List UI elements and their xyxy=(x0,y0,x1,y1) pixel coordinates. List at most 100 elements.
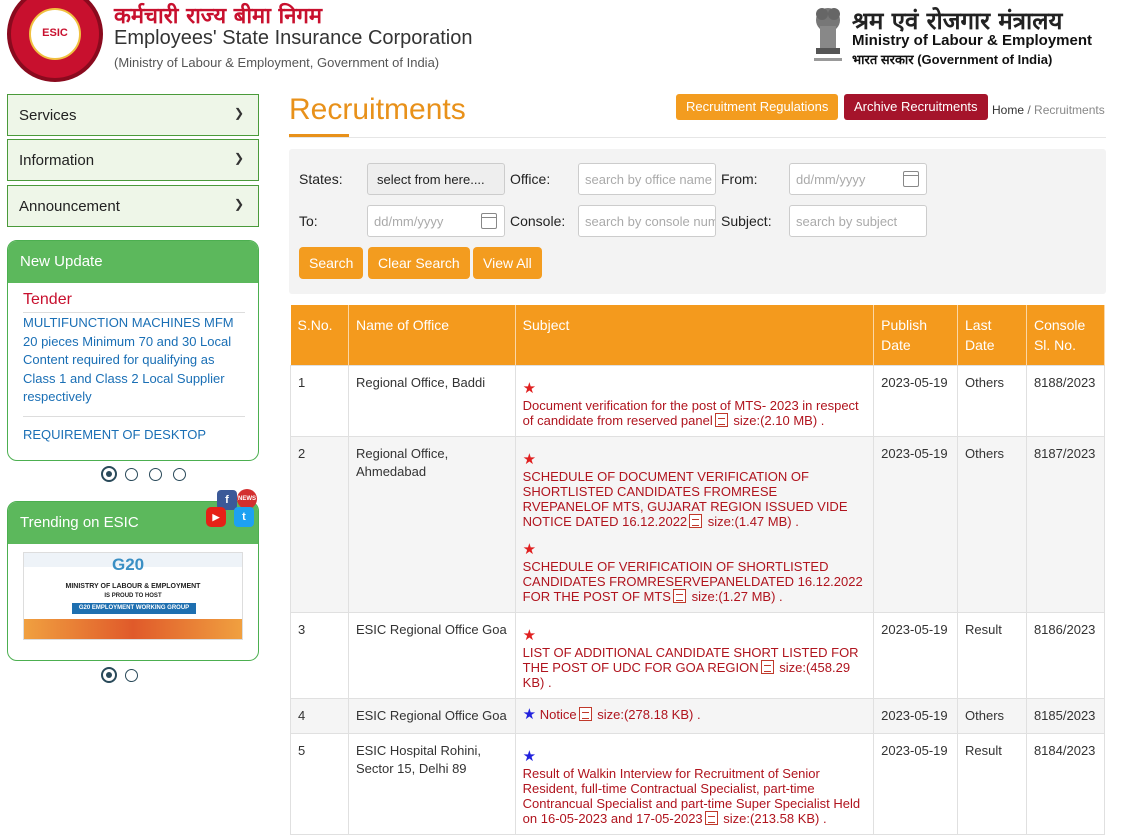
table-row: 2 Regional Office, Ahmedabad ★ SCHEDULE … xyxy=(290,436,1106,613)
chevron-down-icon: ❯ xyxy=(233,106,244,120)
from-date-placeholder: dd/mm/yyyy xyxy=(796,172,866,187)
cell-sno: 2 xyxy=(290,436,349,613)
from-date-input[interactable]: dd/mm/yyyy xyxy=(789,163,927,195)
to-date-placeholder: dd/mm/yyyy xyxy=(374,214,444,229)
subject-link[interactable]: ★ Notice size:(278.18 KB) . xyxy=(523,707,866,722)
clear-search-button[interactable]: Clear Search xyxy=(368,247,470,279)
calendar-icon[interactable] xyxy=(481,213,497,229)
col-header-console: Console Sl. No. xyxy=(1026,305,1106,366)
page-title: Recruitments xyxy=(289,93,466,126)
cell-office: ESIC Regional Office Goa xyxy=(347,698,516,734)
subject-entry[interactable]: ★ SCHEDULE OF DOCUMENT VERIFICATION OF S… xyxy=(523,451,866,529)
ministry-government: भारत सरकार (Government of India) xyxy=(852,52,1053,67)
logo-text: ESIC xyxy=(42,27,68,39)
sidebar-item-information[interactable]: Information ❯ xyxy=(7,139,259,181)
chevron-down-icon: ❯ xyxy=(233,197,244,211)
carousel-dot[interactable] xyxy=(173,468,186,481)
archive-recruitments-button[interactable]: Archive Recruitments xyxy=(844,94,988,120)
states-label: States: xyxy=(299,171,343,187)
carousel-dot[interactable] xyxy=(101,667,117,683)
subject-entry[interactable]: ★ Document verification for the post of … xyxy=(523,380,866,428)
recruitments-table: S.No. Name of Office Subject Publish Dat… xyxy=(290,305,1106,835)
file-size: size:(278.18 KB) . xyxy=(597,707,701,722)
banner-tag: G20 EMPLOYMENT WORKING GROUP xyxy=(72,603,196,614)
pdf-icon[interactable] xyxy=(689,514,703,528)
office-label: Office: xyxy=(510,171,551,187)
to-date-input[interactable]: dd/mm/yyyy xyxy=(367,205,505,237)
divider xyxy=(23,312,245,313)
carousel-dot[interactable] xyxy=(125,669,138,682)
trending-carousel-dots xyxy=(101,667,138,683)
sidebar-item-services[interactable]: Services ❯ xyxy=(7,94,259,136)
subject-link[interactable]: SCHEDULE OF VERIFICATIOIN OF SHORTLISTED… xyxy=(523,559,866,604)
subject-link[interactable]: SCHEDULE OF DOCUMENT VERIFICATION OF SHO… xyxy=(523,469,866,529)
col-header-subject: Subject xyxy=(515,305,875,366)
col-header-last-date: Last Date xyxy=(957,305,1027,366)
pdf-icon[interactable] xyxy=(760,660,774,674)
breadcrumb-home[interactable]: Home xyxy=(992,103,1024,117)
cell-console: 8184/2023 xyxy=(1025,733,1106,835)
pdf-icon[interactable] xyxy=(578,707,592,721)
subject-entry[interactable]: ★ Result of Walkin Interview for Recruit… xyxy=(523,748,866,826)
site-header: ESIC कर्मचारी राज्य बीमा निगम Employees'… xyxy=(0,0,1148,88)
subject-search-input[interactable]: search by subject xyxy=(789,205,927,237)
subject-entry[interactable]: ★ SCHEDULE OF VERIFICATIOIN OF SHORTLIST… xyxy=(523,541,866,604)
youtube-icon[interactable]: ▶ xyxy=(206,507,226,527)
star-icon: ★ xyxy=(522,627,537,644)
office-search-input[interactable]: search by office name xyxy=(578,163,716,195)
pdf-icon[interactable] xyxy=(672,589,686,603)
console-label: Console: xyxy=(510,213,566,229)
carousel-dot[interactable] xyxy=(125,468,138,481)
file-size: size:(1.27 MB) . xyxy=(691,589,783,604)
cell-publish-date: 2023-05-19 xyxy=(873,365,959,437)
twitter-icon[interactable]: t xyxy=(234,507,254,527)
cell-sno: 1 xyxy=(290,365,349,437)
view-all-button[interactable]: View All xyxy=(473,247,542,279)
tender-link[interactable]: REQUIREMENT OF DESKTOP xyxy=(23,426,243,445)
carousel-dot[interactable] xyxy=(149,468,162,481)
cell-console: 8186/2023 xyxy=(1025,612,1106,699)
subject-entry[interactable]: ★ LIST OF ADDITIONAL CANDIDATE SHORT LIS… xyxy=(523,627,866,690)
news-icon[interactable]: NEWS xyxy=(237,489,257,509)
search-button[interactable]: Search xyxy=(299,247,364,279)
pdf-icon[interactable] xyxy=(704,811,718,825)
col-header-publish-date: Publish Date xyxy=(873,305,959,366)
states-select[interactable]: select from here.... xyxy=(367,163,505,195)
sidebar-item-label: Services xyxy=(19,107,77,124)
sidebar-item-announcement[interactable]: Announcement ❯ xyxy=(7,185,259,227)
recruitment-regulations-button[interactable]: Recruitment Regulations xyxy=(676,94,839,120)
calendar-icon[interactable] xyxy=(903,171,919,187)
subject-link[interactable]: Document verification for the post of MT… xyxy=(523,398,866,428)
file-size: size:(213.58 KB) . xyxy=(723,811,827,826)
org-name-hindi: कर्मचारी राज्य बीमा निगम xyxy=(114,3,322,29)
star-icon: ★ xyxy=(522,380,537,397)
table-row: 4 ESIC Regional Office Goa ★ Notice size… xyxy=(290,698,1106,734)
tender-link[interactable]: MULTIFUNCTION MACHINES MFM 20 pieces Min… xyxy=(23,314,243,407)
chevron-down-icon: ❯ xyxy=(233,151,244,165)
table-row: 1 Regional Office, Baddi ★ Document veri… xyxy=(290,365,1106,437)
tender-category-title[interactable]: Tender xyxy=(23,291,72,309)
subject-link[interactable]: LIST OF ADDITIONAL CANDIDATE SHORT LISTE… xyxy=(523,645,866,690)
divider xyxy=(289,137,1106,138)
breadcrumb-separator: / xyxy=(1027,103,1031,117)
cell-console: 8185/2023 xyxy=(1025,698,1106,734)
g20-banner[interactable]: G20 MINISTRY OF LABOUR & EMPLOYMENT IS P… xyxy=(23,552,243,640)
search-filter-panel: States: select from here.... Office: sea… xyxy=(289,149,1106,294)
pdf-icon[interactable] xyxy=(714,413,728,427)
carousel-dot[interactable] xyxy=(101,466,117,482)
cell-publish-date: 2023-05-19 xyxy=(873,436,959,613)
console-placeholder: search by console number xyxy=(585,214,715,229)
ministry-name-english: Ministry of Labour & Employment xyxy=(852,32,1093,49)
console-search-input[interactable]: search by console number xyxy=(578,205,716,237)
cell-sno: 5 xyxy=(290,733,349,835)
cell-sno: 3 xyxy=(290,612,349,699)
table-row: 5 ESIC Hospital Rohini, Sector 15, Delhi… xyxy=(290,733,1106,835)
subject-link[interactable]: Result of Walkin Interview for Recruitme… xyxy=(523,766,866,826)
col-header-sno: S.No. xyxy=(290,305,349,366)
subject-label: Subject: xyxy=(721,213,772,229)
cell-office: Regional Office, Ahmedabad xyxy=(347,436,516,613)
file-size: size:(2.10 MB) . xyxy=(733,413,825,428)
esic-logo[interactable]: ESIC xyxy=(7,0,103,82)
banner-decoration xyxy=(24,619,242,639)
cell-sno: 4 xyxy=(290,698,349,734)
